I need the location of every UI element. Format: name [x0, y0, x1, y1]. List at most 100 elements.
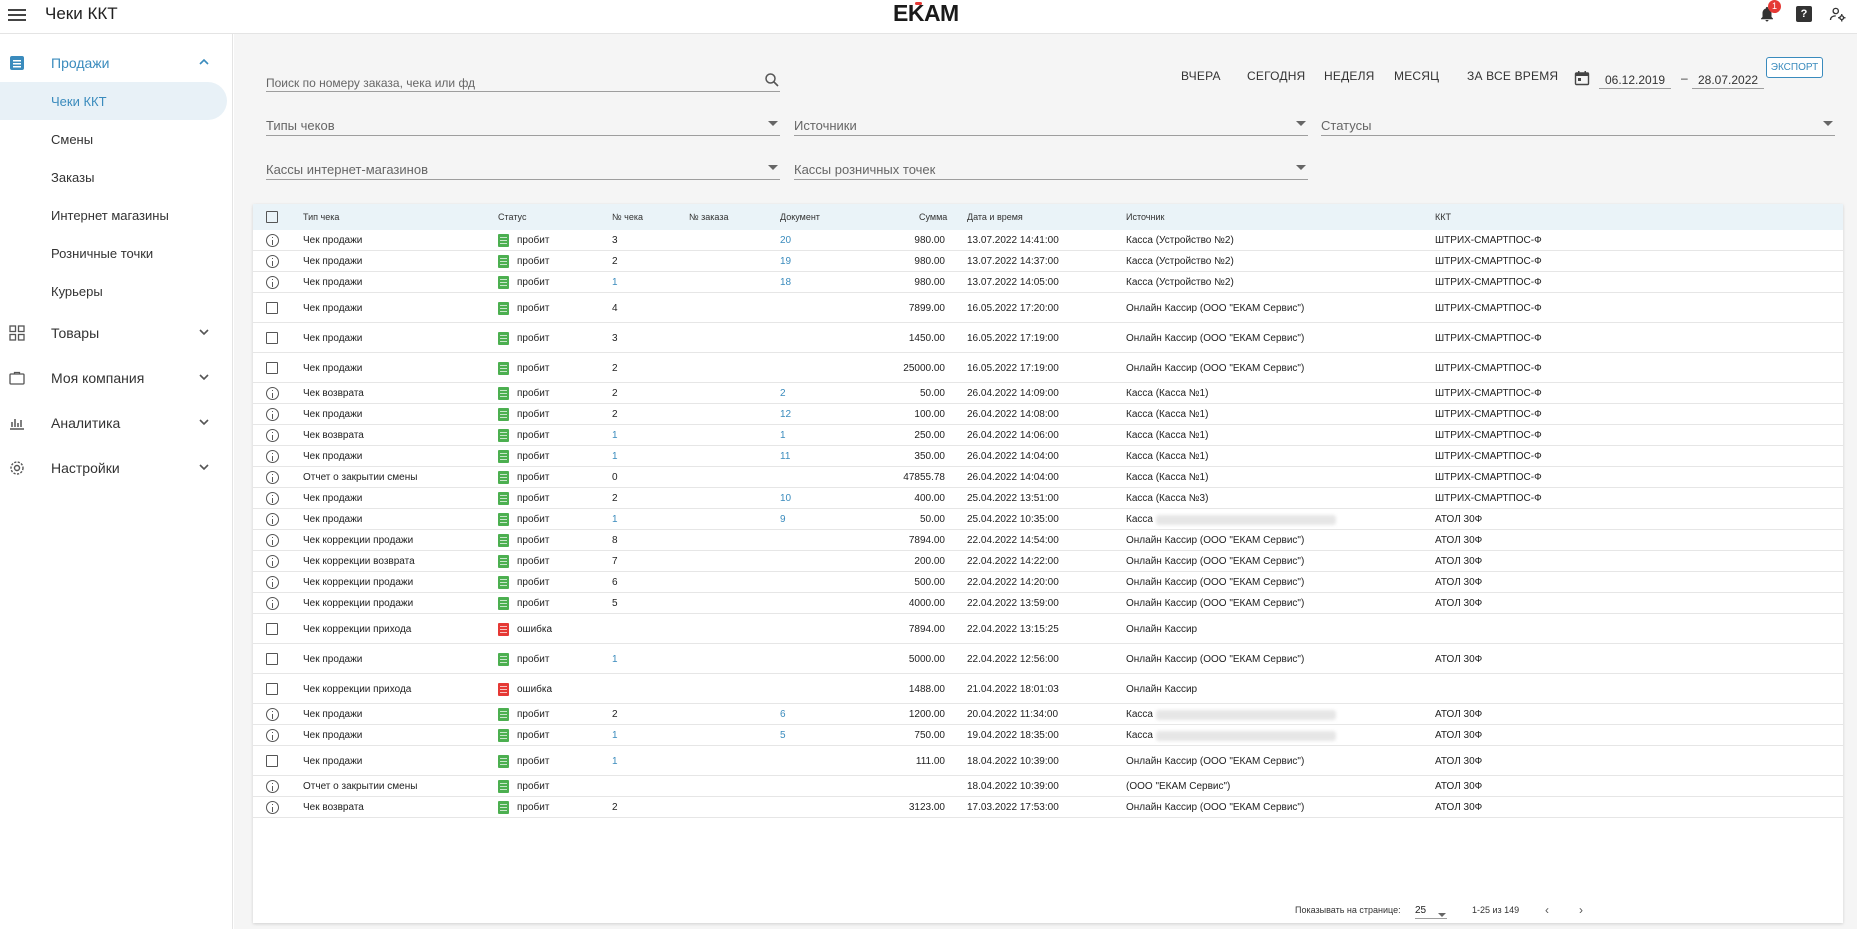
- period-today-button[interactable]: СЕГОДНЯ: [1247, 69, 1305, 83]
- chevron-down-icon[interactable]: [198, 461, 210, 473]
- header-status[interactable]: Статус: [498, 212, 526, 222]
- sidebar-item-couriers[interactable]: Курьеры: [0, 272, 232, 310]
- chevron-down-icon[interactable]: [198, 371, 210, 383]
- info-icon[interactable]: [266, 408, 279, 421]
- chevron-up-icon[interactable]: [198, 56, 210, 68]
- table-row[interactable]: Чек продажи пробит 1 11 350.00 26.04.2022 14:…: [253, 446, 1843, 467]
- row-checkbox[interactable]: [266, 332, 278, 344]
- cell-document-link[interactable]: 12: [780, 409, 791, 420]
- cell-document-link[interactable]: 10: [780, 493, 791, 504]
- prev-page-button[interactable]: ‹: [1540, 903, 1554, 917]
- calendar-icon[interactable]: [1574, 70, 1590, 86]
- cell-document-link[interactable]: 9: [780, 514, 786, 525]
- cell-document-link[interactable]: 19: [780, 256, 791, 267]
- sidebar-item-online-shops[interactable]: Интернет магазины: [0, 196, 232, 234]
- table-row[interactable]: Чек коррекции прихода ошибка 7894.00 22.04.…: [253, 614, 1843, 644]
- table-row[interactable]: Чек продажи пробит 2 12 100.00 26.04.2022 14:…: [253, 404, 1843, 425]
- header-kkt[interactable]: ККТ: [1435, 212, 1451, 222]
- info-icon[interactable]: [266, 513, 279, 526]
- ekam-logo[interactable]: EKAM: [893, 0, 959, 27]
- info-icon[interactable]: [266, 450, 279, 463]
- header-sum[interactable]: Сумма: [919, 212, 947, 222]
- row-checkbox[interactable]: [266, 623, 278, 635]
- sidebar-group-analytics[interactable]: Аналитика: [0, 404, 232, 442]
- table-row[interactable]: Чек продажи пробит 1 5000.00 22.04.2022 12:5…: [253, 644, 1843, 674]
- header-datetime[interactable]: Дата и время: [967, 212, 1023, 222]
- info-icon[interactable]: [266, 471, 279, 484]
- cell-check-no[interactable]: 1: [612, 277, 618, 288]
- table-row[interactable]: Чек продажи пробит 1 5 750.00 19.04.2022 18:3…: [253, 725, 1843, 746]
- cell-document-link[interactable]: 2: [780, 388, 786, 399]
- chevron-down-icon[interactable]: [198, 416, 210, 428]
- user-settings-icon[interactable]: [1829, 5, 1849, 25]
- table-row[interactable]: Чек продажи пробит 1 9 50.00 25.04.2022 10:35…: [253, 509, 1843, 530]
- statuses-select[interactable]: Статусы: [1321, 112, 1835, 136]
- export-button[interactable]: ЭКСПОРТ: [1766, 57, 1823, 78]
- cell-check-no[interactable]: 1: [612, 654, 618, 665]
- table-row[interactable]: Чек коррекции продажи пробит 5 4000.00 22.04…: [253, 593, 1843, 614]
- period-yesterday-button[interactable]: ВЧЕРА: [1181, 69, 1221, 83]
- cell-check-no[interactable]: 1: [612, 730, 618, 741]
- hamburger-menu-icon[interactable]: [8, 6, 26, 24]
- table-row[interactable]: Чек коррекции продажи пробит 6 500.00 22.04.…: [253, 572, 1843, 593]
- info-icon[interactable]: [266, 492, 279, 505]
- check-types-select[interactable]: Типы чеков: [266, 112, 780, 136]
- info-icon[interactable]: [266, 597, 279, 610]
- select-all-checkbox[interactable]: [266, 211, 278, 223]
- row-checkbox[interactable]: [266, 755, 278, 767]
- search-input[interactable]: Поиск по номеру заказа, чека или фд: [266, 68, 780, 92]
- date-to-input[interactable]: 28.07.2022: [1692, 71, 1764, 89]
- sources-select[interactable]: Источники: [794, 112, 1308, 136]
- row-checkbox[interactable]: [266, 683, 278, 695]
- table-row[interactable]: Чек продажи пробит 2 25000.00 16.05.2022 17:…: [253, 353, 1843, 383]
- table-row[interactable]: Чек продажи пробит 3 1450.00 16.05.2022 17:1…: [253, 323, 1843, 353]
- info-icon[interactable]: [266, 576, 279, 589]
- sidebar-group-settings[interactable]: Настройки: [0, 449, 232, 487]
- sidebar-item-kkt-checks[interactable]: Чеки ККТ: [0, 82, 227, 120]
- cell-check-no[interactable]: 1: [612, 430, 618, 441]
- info-icon[interactable]: [266, 780, 279, 793]
- cell-document-link[interactable]: 6: [780, 709, 786, 720]
- table-row[interactable]: Чек коррекции прихода ошибка 1488.00 21.04.…: [253, 674, 1843, 704]
- date-from-input[interactable]: 06.12.2019: [1599, 71, 1671, 89]
- info-icon[interactable]: [266, 555, 279, 568]
- table-row[interactable]: Отчет о закрытии смены пробит 0 47855.78 26.…: [253, 467, 1843, 488]
- period-month-button[interactable]: МЕСЯЦ: [1394, 69, 1439, 83]
- retail-registers-select[interactable]: Кассы розничных точек: [794, 156, 1308, 180]
- table-row[interactable]: Чек продажи пробит 2 6 1200.00 20.04.2022 11:…: [253, 704, 1843, 725]
- info-icon[interactable]: [266, 708, 279, 721]
- sidebar-group-sales[interactable]: Продажи: [0, 44, 232, 82]
- cell-document-link[interactable]: 18: [780, 277, 791, 288]
- row-checkbox[interactable]: [266, 302, 278, 314]
- table-row[interactable]: Чек продажи пробит 2 10 400.00 25.04.2022 13:…: [253, 488, 1843, 509]
- header-document[interactable]: Документ: [780, 212, 820, 222]
- cell-check-no[interactable]: 1: [612, 514, 618, 525]
- cell-check-no[interactable]: 1: [612, 756, 618, 767]
- info-icon[interactable]: [266, 801, 279, 814]
- cell-check-no[interactable]: 1: [612, 451, 618, 462]
- cell-document-link[interactable]: 11: [780, 451, 790, 462]
- table-row[interactable]: Отчет о закрытии смены пробит 18.04.2022 1…: [253, 776, 1843, 797]
- table-row[interactable]: Чек коррекции возврата пробит 7 200.00 22.04…: [253, 551, 1843, 572]
- info-icon[interactable]: [266, 429, 279, 442]
- table-row[interactable]: Чек продажи пробит 4 7899.00 16.05.2022 17:2…: [253, 293, 1843, 323]
- period-week-button[interactable]: НЕДЕЛЯ: [1324, 69, 1375, 83]
- cell-document-link[interactable]: 20: [780, 235, 791, 246]
- sidebar-item-retail-points[interactable]: Розничные точки: [0, 234, 232, 272]
- table-row[interactable]: Чек продажи пробит 2 19 980.00 13.07.2022 14:…: [253, 251, 1843, 272]
- info-icon[interactable]: [266, 234, 279, 247]
- info-icon[interactable]: [266, 387, 279, 400]
- table-row[interactable]: Чек возврата пробит 2 2 50.00 26.04.2022 14:0…: [253, 383, 1843, 404]
- info-icon[interactable]: [266, 534, 279, 547]
- chevron-down-icon[interactable]: [198, 326, 210, 338]
- row-checkbox[interactable]: [266, 362, 278, 374]
- sidebar-group-products[interactable]: Товары: [0, 314, 232, 352]
- help-icon[interactable]: ?: [1796, 6, 1812, 22]
- header-type[interactable]: Тип чека: [303, 212, 339, 222]
- header-check-no[interactable]: № чека: [612, 212, 643, 222]
- info-icon[interactable]: [266, 729, 279, 742]
- info-icon[interactable]: [266, 255, 279, 268]
- table-row[interactable]: Чек продажи пробит 1 111.00 18.04.2022 10:39…: [253, 746, 1843, 776]
- next-page-button[interactable]: ›: [1574, 903, 1588, 917]
- cell-document-link[interactable]: 5: [780, 730, 786, 741]
